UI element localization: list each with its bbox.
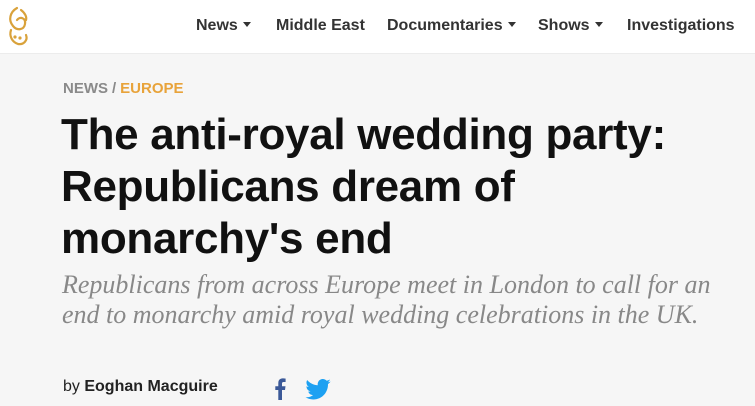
- nav-item-middle-east[interactable]: Middle East: [276, 17, 365, 35]
- nav-item-label: Documentaries: [387, 17, 503, 34]
- breadcrumb: NEWS / EUROPE: [63, 80, 184, 97]
- nav-item-documentaries[interactable]: Documentaries: [387, 17, 516, 35]
- article-headline: The anti-royal wedding party: Republican…: [61, 110, 666, 263]
- breadcrumb-separator: /: [112, 80, 117, 97]
- nav-item-label: News: [196, 17, 238, 34]
- breadcrumb-europe-link[interactable]: EUROPE: [120, 80, 183, 97]
- nav-item-news[interactable]: News: [196, 17, 251, 35]
- byline: by Eoghan Macguire: [63, 378, 218, 396]
- chevron-down-icon: [507, 22, 516, 27]
- twitter-icon[interactable]: [305, 379, 331, 400]
- nav-item-label: Middle East: [276, 17, 365, 34]
- breadcrumb-news-link[interactable]: NEWS: [63, 80, 108, 97]
- chevron-down-icon: [242, 22, 251, 27]
- nav-item-label: Shows: [538, 17, 590, 34]
- main-nav: News Middle East Documentaries Shows Inv…: [0, 17, 755, 39]
- site-header: News Middle East Documentaries Shows Inv…: [0, 0, 755, 54]
- chevron-down-icon: [594, 22, 603, 27]
- article-standfirst: Republicans from across Europe meet in L…: [62, 270, 711, 329]
- nav-item-investigations[interactable]: Investigations: [627, 17, 735, 35]
- nav-item-shows[interactable]: Shows: [538, 17, 603, 35]
- author-link[interactable]: Eoghan Macguire: [84, 378, 217, 395]
- nav-item-label: Investigations: [627, 17, 735, 34]
- byline-prefix: by: [63, 378, 80, 395]
- facebook-icon[interactable]: [274, 378, 286, 400]
